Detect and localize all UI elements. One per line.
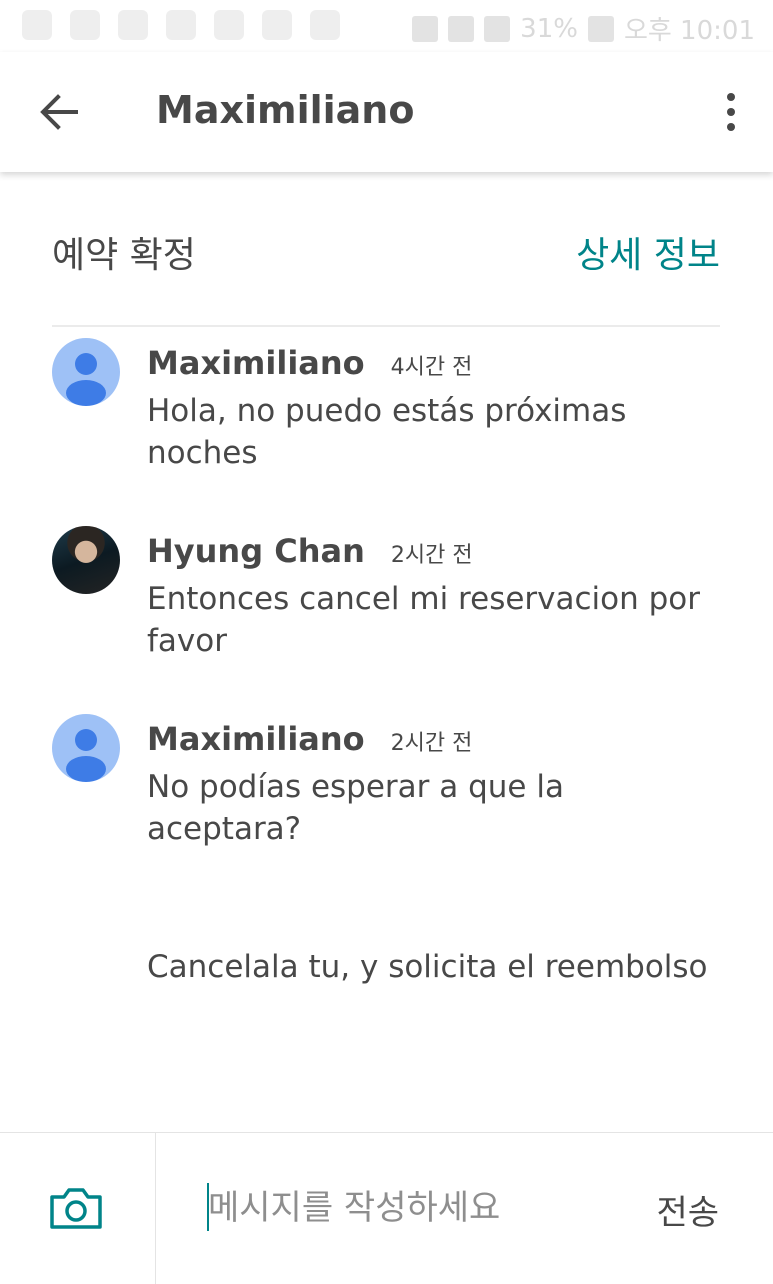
message-body: Maximiliano 2시간 전 No podías esperar a qu… xyxy=(147,720,727,850)
more-options-button[interactable] xyxy=(719,92,743,132)
divider xyxy=(52,325,720,327)
details-link[interactable]: 상세 정보 xyxy=(576,226,720,278)
message-composer: 전송 xyxy=(0,1132,773,1284)
star-icon xyxy=(118,10,148,40)
avatar[interactable] xyxy=(52,526,120,594)
person-icon xyxy=(66,729,106,782)
signal-icon xyxy=(484,15,511,42)
message-body: Cancelala tu, y solicita el reembolso xyxy=(147,944,727,988)
message-header: Maximiliano 2시간 전 xyxy=(147,720,727,764)
message-time: 4시간 전 xyxy=(390,355,473,380)
camera-icon xyxy=(50,1188,102,1229)
message-text: Hola, no puedo estás próximas noches xyxy=(147,393,627,471)
play-store-icon xyxy=(310,10,340,40)
status-bar: 31% 오후 10:01 xyxy=(0,0,773,52)
composer-divider xyxy=(155,1133,156,1284)
airbnb-icon xyxy=(22,10,52,40)
reservation-status-row: 예약 확정 상세 정보 xyxy=(52,222,720,278)
person-icon xyxy=(66,353,106,406)
sender-name: Maximiliano xyxy=(147,344,365,382)
message-header: Hyung Chan 2시간 전 xyxy=(147,532,727,576)
download-icon xyxy=(166,10,196,40)
more-vertical-icon xyxy=(727,93,735,131)
chat-icon xyxy=(214,10,244,40)
message-text: No podías esperar a que la aceptara? xyxy=(147,769,564,847)
message-time: 2시간 전 xyxy=(390,543,473,568)
message-input[interactable] xyxy=(208,1179,628,1237)
message-text: Cancelala tu, y solicita el reembolso xyxy=(147,949,708,985)
reservation-status: 예약 확정 xyxy=(52,235,196,276)
avatar[interactable] xyxy=(52,714,120,782)
facebook-icon xyxy=(70,10,100,40)
message-text: Entonces cancel mi reservacion por favor xyxy=(147,581,701,659)
message-header: Maximiliano 4시간 전 xyxy=(147,344,727,388)
sender-name: Maximiliano xyxy=(147,720,365,758)
instagram-icon xyxy=(262,10,292,40)
arrow-left-icon xyxy=(40,94,78,130)
vibrate-icon xyxy=(412,15,439,42)
page-title: Maximiliano xyxy=(156,88,415,132)
wifi-icon xyxy=(448,15,475,42)
battery-icon xyxy=(587,15,614,42)
back-button[interactable] xyxy=(36,90,84,134)
sender-name: Hyung Chan xyxy=(147,532,365,570)
app-bar: Maximiliano xyxy=(0,52,773,172)
avatar[interactable] xyxy=(52,338,120,406)
message-body: Maximiliano 4시간 전 Hola, no puedo estás p… xyxy=(147,344,727,474)
camera-button[interactable] xyxy=(48,1185,104,1231)
message-body: Hyung Chan 2시간 전 Entonces cancel mi rese… xyxy=(147,532,727,662)
clock: 오후 10:01 xyxy=(623,16,755,46)
message-time: 2시간 전 xyxy=(390,731,473,756)
send-button[interactable]: 전송 xyxy=(656,1185,719,1234)
battery-percent: 31% xyxy=(520,13,578,44)
notification-icons xyxy=(22,10,340,40)
system-status: 31% 오후 10:01 xyxy=(412,10,755,47)
